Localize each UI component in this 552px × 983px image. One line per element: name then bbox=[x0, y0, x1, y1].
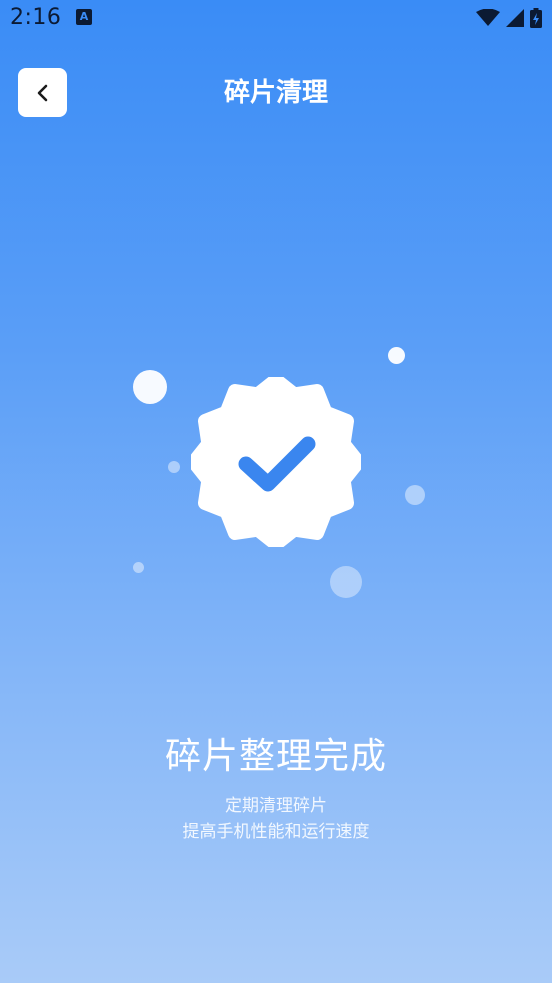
decor-bubble bbox=[388, 347, 405, 364]
subtitle-line-1: 定期清理碎片 bbox=[225, 796, 327, 816]
status-time: 2:16 bbox=[10, 5, 62, 30]
signal-icon bbox=[506, 9, 524, 27]
subtitle-line-2: 提高手机性能和运行速度 bbox=[182, 822, 370, 842]
battery-charging-icon bbox=[530, 8, 542, 28]
verified-badge-icon bbox=[191, 377, 361, 547]
wifi-icon bbox=[476, 9, 500, 26]
decor-bubble bbox=[168, 461, 180, 473]
decor-bubble bbox=[133, 562, 144, 573]
result-title: 碎片整理完成 bbox=[164, 736, 387, 777]
status-bar: 2:16 A bbox=[0, 0, 552, 38]
notification-app-icon: A bbox=[76, 9, 92, 25]
result-subtitle: 定期清理碎片 提高手机性能和运行速度 bbox=[0, 793, 552, 845]
success-illustration bbox=[0, 330, 552, 630]
page-title: 碎片清理 bbox=[223, 78, 328, 108]
decor-bubble bbox=[405, 485, 425, 505]
decor-bubble bbox=[330, 566, 362, 598]
decor-bubble bbox=[133, 370, 167, 404]
status-icons bbox=[476, 8, 542, 28]
